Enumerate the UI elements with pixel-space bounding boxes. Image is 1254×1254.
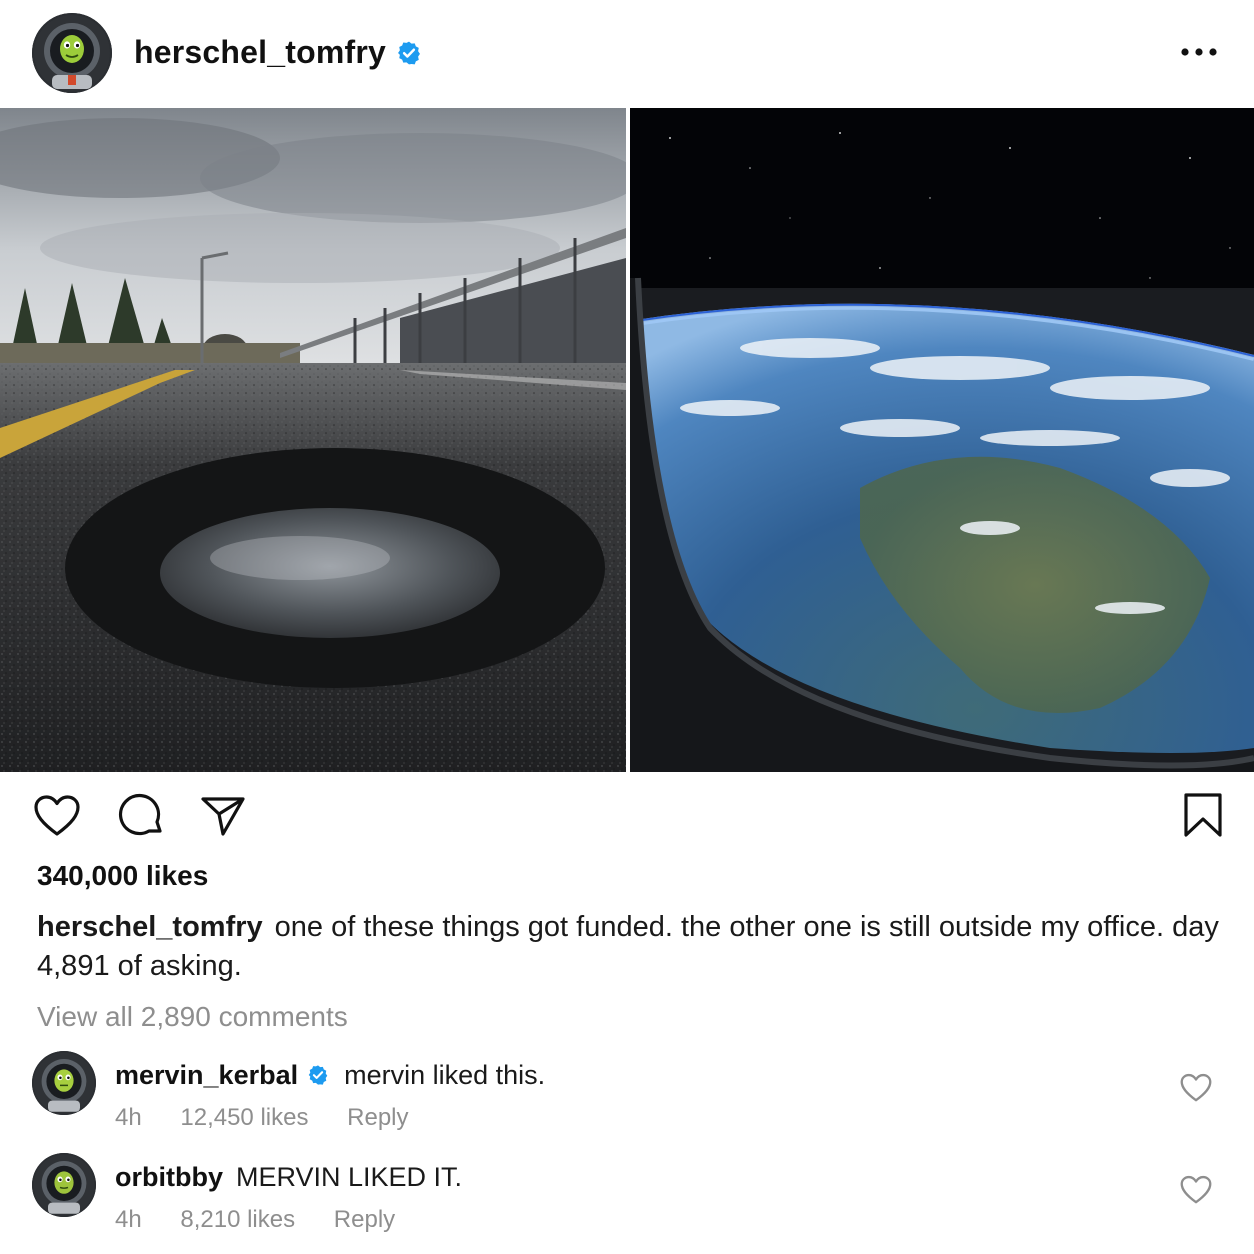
comment-likes[interactable]: 12,450 likes [180,1104,308,1131]
caption-username[interactable]: herschel_tomfry [37,911,263,943]
comment-time: 4h [115,1104,142,1131]
comment-time: 4h [115,1206,142,1233]
comment-avatar[interactable] [32,1051,96,1115]
likes-count[interactable]: 340,000 likes [37,860,208,892]
pothole-photo-icon [0,108,626,772]
comment-reply-button[interactable]: Reply [334,1206,395,1233]
astronaut-avatar-icon [34,15,110,91]
comment-reply-button[interactable]: Reply [347,1104,408,1131]
comment-like-button[interactable] [1179,1071,1213,1105]
heart-icon [1180,1175,1212,1204]
author-username[interactable]: herschel_tomfry [134,34,422,71]
verified-badge-icon [396,37,422,65]
comment-likes[interactable]: 8,210 likes [180,1206,295,1233]
bookmark-icon [1184,793,1222,837]
comment-username[interactable]: orbitbby [115,1162,223,1192]
post-header: herschel_tomfry [0,0,1254,108]
post-caption: herschel_tomfry one of these things got f… [37,908,1227,986]
comment-like-button[interactable] [1179,1173,1213,1207]
comment-button[interactable] [116,791,166,841]
comment-username[interactable]: mervin_kerbal [115,1060,298,1090]
share-button[interactable] [198,791,248,841]
comment-body: mervin_kerbal mervin liked this. [115,1060,545,1091]
comment-avatar[interactable] [32,1153,96,1217]
author-avatar[interactable] [32,13,112,93]
comment-text: MERVIN LIKED IT. [236,1162,463,1192]
astronaut-avatar-icon [33,1154,95,1216]
comment-meta: 4h 8,210 likes Reply [115,1206,395,1234]
astronaut-avatar-icon [33,1052,95,1114]
earth-window-photo-icon [630,108,1254,772]
earth-from-orbit-photo[interactable] [630,108,1254,772]
comment-body: orbitbby MERVIN LIKED IT. [115,1162,462,1193]
author-username-text[interactable]: herschel_tomfry [134,34,386,70]
view-all-comments-link[interactable]: View all 2,890 comments [37,1001,348,1033]
pothole-road-photo[interactable] [0,108,626,772]
paper-plane-icon [201,797,245,836]
save-button[interactable] [1178,791,1228,841]
more-options-button[interactable] [1176,36,1222,66]
heart-icon [34,795,80,836]
like-button[interactable] [32,791,82,841]
ellipsis-horizontal-icon [1181,48,1217,56]
comment-text: mervin liked this. [344,1060,546,1090]
heart-icon [1180,1073,1212,1102]
verified-badge-icon [307,1064,329,1086]
comment-meta: 4h 12,450 likes Reply [115,1104,409,1132]
comment-bubble-icon [118,794,162,836]
